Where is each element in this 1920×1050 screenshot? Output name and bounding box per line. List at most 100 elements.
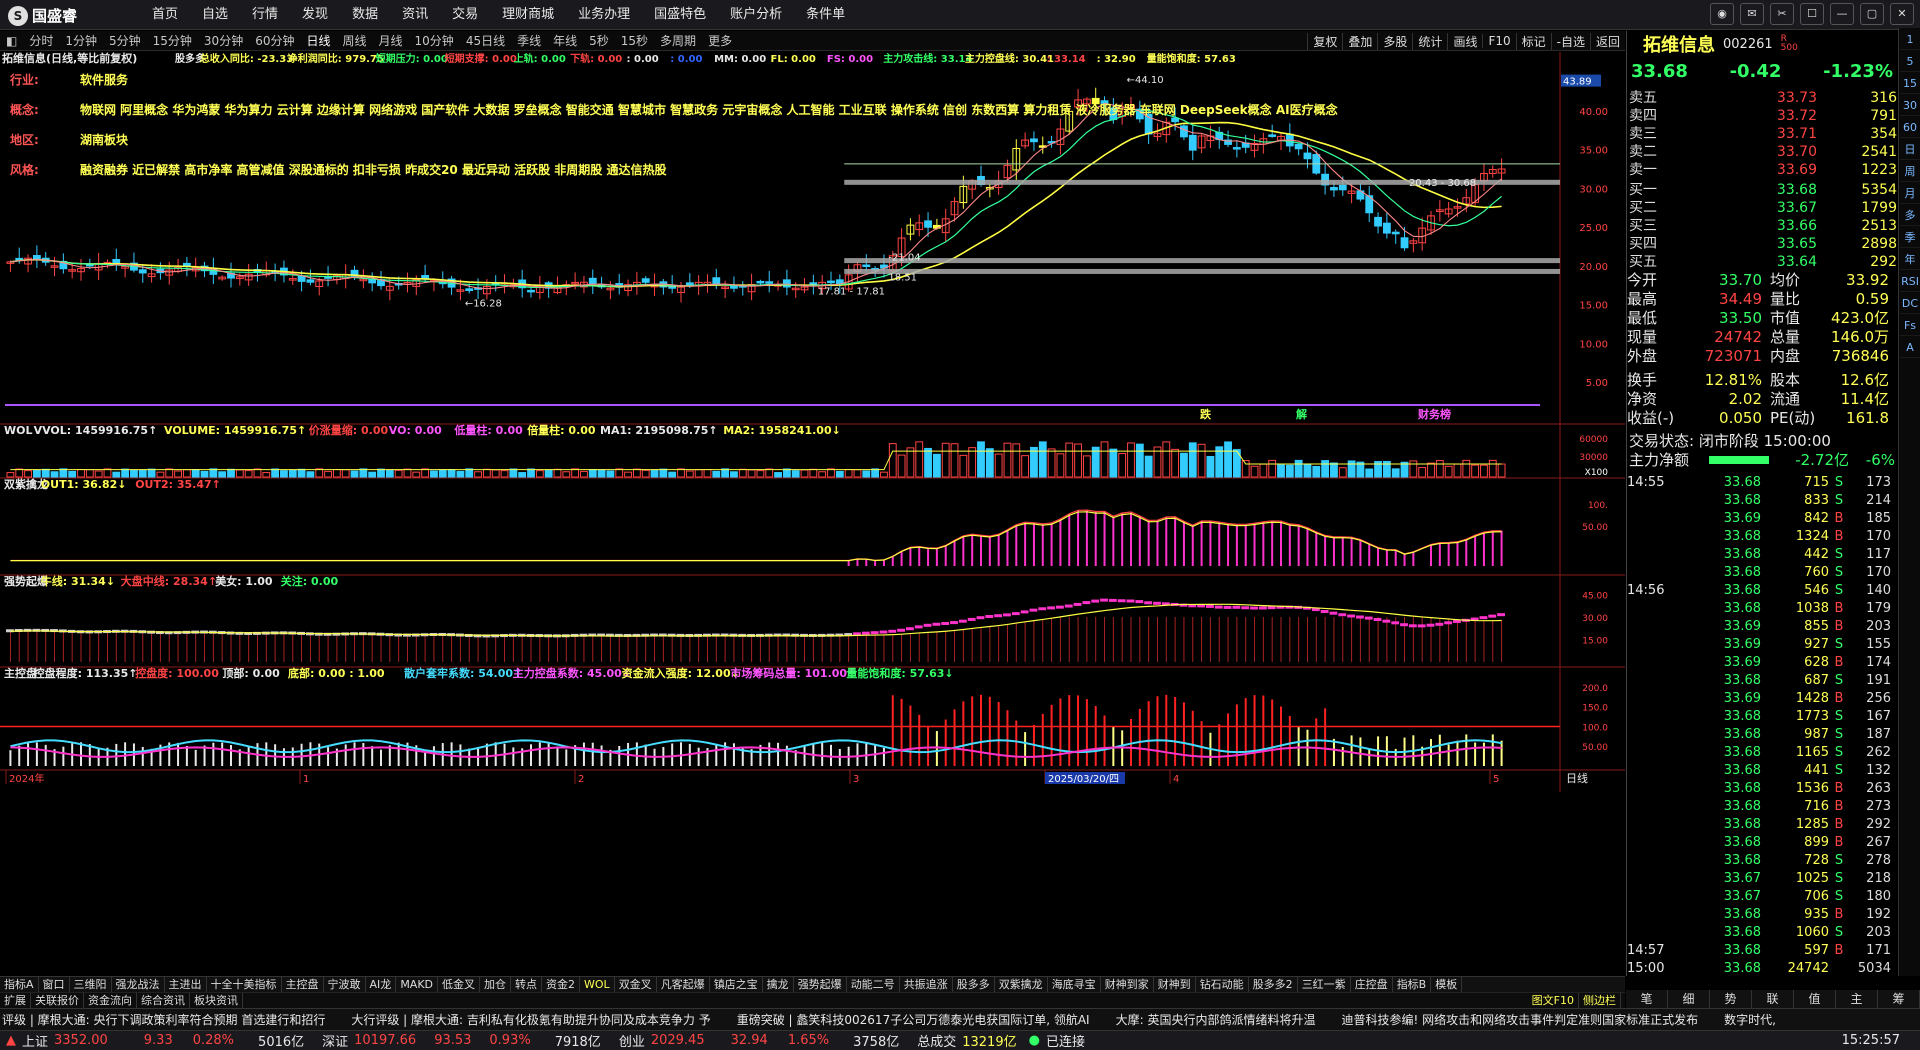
news-item-1[interactable]: 大行评级 | 摩根大通: 吉利私有化极氪有助提升协同及成本竞争力 予 <box>351 1011 710 1028</box>
sidebar-item-5[interactable]: 日 <box>1900 140 1920 160</box>
tool-button-0[interactable]: 复权 <box>1307 32 1342 50</box>
layout-toggle-icon[interactable]: ◧ <box>0 34 23 48</box>
period-tab-3[interactable]: 15分钟 <box>147 32 198 49</box>
asks-row[interactable]: 卖三 33.71 354 <box>1627 125 1897 143</box>
chat-icon[interactable]: ◉ <box>1710 3 1734 25</box>
indicator-tab-26[interactable]: 财神到 <box>1154 977 1196 992</box>
tool-button-3[interactable]: 统计 <box>1412 32 1447 50</box>
menu-item-6[interactable]: 交易 <box>440 0 490 30</box>
indicator-tab-4[interactable]: 主进出 <box>165 977 207 992</box>
right-tab-6[interactable]: 筹 <box>1878 990 1920 1008</box>
indicator-tab-24[interactable]: 海底寻宝 <box>1048 977 1101 992</box>
right-tab-1[interactable]: 细 <box>1668 990 1710 1008</box>
indicator-tab-3[interactable]: 强龙战法 <box>112 977 165 992</box>
indicator-tab-12[interactable]: 转点 <box>511 977 543 992</box>
app-logo[interactable]: S 国盛睿 <box>8 5 77 26</box>
sidebar-item-9[interactable]: 季 <box>1900 228 1920 248</box>
indicator-tab-13[interactable]: 资金2 <box>542 977 581 992</box>
indicator-tab-32[interactable]: 模板 <box>1431 977 1463 992</box>
indicator-tab-20[interactable]: 动能二号 <box>847 977 900 992</box>
menu-item-2[interactable]: 行情 <box>240 0 290 30</box>
bids-row[interactable]: 买一 33.68 5354 <box>1627 181 1897 199</box>
tool-button-5[interactable]: F10 <box>1482 34 1515 48</box>
asks-row[interactable]: 卖五 33.73 316 <box>1627 89 1897 107</box>
tool-button-7[interactable]: -自选 <box>1550 32 1590 50</box>
indicator-tab-31[interactable]: 指标B <box>1393 977 1432 992</box>
asks-row[interactable]: 卖一 33.69 1223 <box>1627 161 1897 179</box>
sidebar-item-6[interactable]: 周 <box>1900 162 1920 182</box>
asks-row[interactable]: 卖四 33.72 791 <box>1627 107 1897 125</box>
sz-label[interactable]: 深证 <box>322 1031 348 1050</box>
sidebar-item-1[interactable]: 5 <box>1900 52 1920 72</box>
sidebar-item-7[interactable]: 月 <box>1900 184 1920 204</box>
tools-icon[interactable]: ✂ <box>1770 3 1794 25</box>
mail-icon[interactable]: ✉ <box>1740 3 1764 25</box>
indicator-tab-25[interactable]: 财神到家 <box>1101 977 1154 992</box>
bids-row[interactable]: 买三 33.66 2513 <box>1627 217 1897 235</box>
sidebar-item-13[interactable]: Fs <box>1900 316 1920 336</box>
period-tab-1[interactable]: 1分钟 <box>59 32 103 49</box>
sub-tab-0[interactable]: 扩展 <box>0 993 31 1008</box>
tool-button-1[interactable]: 叠加 <box>1342 32 1377 50</box>
period-tab-11[interactable]: 季线 <box>511 32 547 49</box>
sidebar-item-4[interactable]: 60 <box>1900 118 1920 138</box>
news-item-5[interactable]: 数字时代, <box>1724 1011 1776 1028</box>
sidebar-item-14[interactable]: A <box>1900 338 1920 358</box>
indicator-tab-16[interactable]: 凡客起爆 <box>657 977 710 992</box>
sidebar-item-0[interactable]: 1 <box>1900 30 1920 50</box>
tool-button-8[interactable]: 返回 <box>1589 32 1625 50</box>
bids-row[interactable]: 买五 33.64 292 <box>1627 253 1897 271</box>
tool-button-4[interactable]: 画线 <box>1447 32 1482 50</box>
sidebar-item-12[interactable]: DC <box>1900 294 1920 314</box>
sidebar-item-11[interactable]: RSI <box>1900 272 1920 292</box>
menu-item-7[interactable]: 理财商城 <box>490 0 566 30</box>
period-tab-6[interactable]: 日线 <box>300 32 336 49</box>
news-item-2[interactable]: 重磅突破 | 蠡笑科技002617子公司万德泰光电获国际订单, 领航AI <box>737 1011 1090 1028</box>
news-item-3[interactable]: 大摩: 英国央行内部鸽派情绪料将升温 <box>1116 1011 1316 1028</box>
indicator-tab-23[interactable]: 双紫擒龙 <box>995 977 1048 992</box>
period-tab-4[interactable]: 30分钟 <box>198 32 249 49</box>
sidebar-item-10[interactable]: 年 <box>1900 250 1920 270</box>
asks-row[interactable]: 卖二 33.70 2541 <box>1627 143 1897 161</box>
sidebar-item-2[interactable]: 15 <box>1900 74 1920 94</box>
menu-item-8[interactable]: 业务办理 <box>566 0 642 30</box>
menu-item-5[interactable]: 资讯 <box>390 0 440 30</box>
menu-item-1[interactable]: 自选 <box>190 0 240 30</box>
minimize-icon[interactable]: — <box>1830 3 1854 25</box>
period-tab-12[interactable]: 年线 <box>547 32 583 49</box>
period-tab-7[interactable]: 周线 <box>337 32 373 49</box>
right-tab-0[interactable]: 笔 <box>1626 990 1668 1008</box>
news-item-0[interactable]: 评级 | 摩根大通: 央行下调政策利率符合预期 首选建行和招行 <box>2 1011 325 1028</box>
menu-item-0[interactable]: 首页 <box>140 0 190 30</box>
period-tab-16[interactable]: 更多 <box>702 32 738 49</box>
indicator-tab-1[interactable]: 窗口 <box>39 977 70 992</box>
skin-icon[interactable]: ☐ <box>1800 3 1824 25</box>
sub-tab-right-0[interactable]: 图文F10 <box>1528 993 1579 1008</box>
sh-label[interactable]: 上证 <box>22 1031 48 1050</box>
sub-tab-1[interactable]: 关联报价 <box>31 993 84 1008</box>
right-tab-3[interactable]: 联 <box>1752 990 1794 1008</box>
tool-button-2[interactable]: 多股 <box>1377 32 1412 50</box>
close-icon[interactable]: ✕ <box>1890 3 1914 25</box>
tool-button-6[interactable]: 标记 <box>1515 32 1551 50</box>
sidebar-item-8[interactable]: 多 <box>1900 206 1920 226</box>
menu-item-4[interactable]: 数据 <box>340 0 390 30</box>
right-tab-4[interactable]: 值 <box>1794 990 1836 1008</box>
bids-row[interactable]: 买二 33.67 1799 <box>1627 199 1897 217</box>
period-tab-14[interactable]: 15秒 <box>615 32 654 49</box>
sub-tab-4[interactable]: 板块资讯 <box>190 993 243 1008</box>
period-tab-0[interactable]: 分时 <box>23 32 59 49</box>
sub-tab-3[interactable]: 综合资讯 <box>137 993 190 1008</box>
indicator-tab-2[interactable]: 三维阳 <box>70 977 112 992</box>
indicator-tab-28[interactable]: 股多多2 <box>1249 977 1298 992</box>
indicator-tab-22[interactable]: 股多多 <box>953 977 995 992</box>
cy-label[interactable]: 创业 <box>619 1031 645 1050</box>
tick-list[interactable]: 14:55 33.68 715 S 173 33.68 833 S 214 33.69 842 B 18… <box>1627 474 1897 978</box>
period-tab-15[interactable]: 多周期 <box>654 32 702 49</box>
indicator-tab-15[interactable]: 双金叉 <box>615 977 657 992</box>
period-tab-13[interactable]: 5秒 <box>583 32 615 49</box>
right-tab-2[interactable]: 势 <box>1710 990 1752 1008</box>
menu-item-11[interactable]: 条件单 <box>794 0 857 30</box>
menu-item-10[interactable]: 账户分析 <box>718 0 794 30</box>
indicator-tab-14[interactable]: WOL <box>580 977 615 992</box>
